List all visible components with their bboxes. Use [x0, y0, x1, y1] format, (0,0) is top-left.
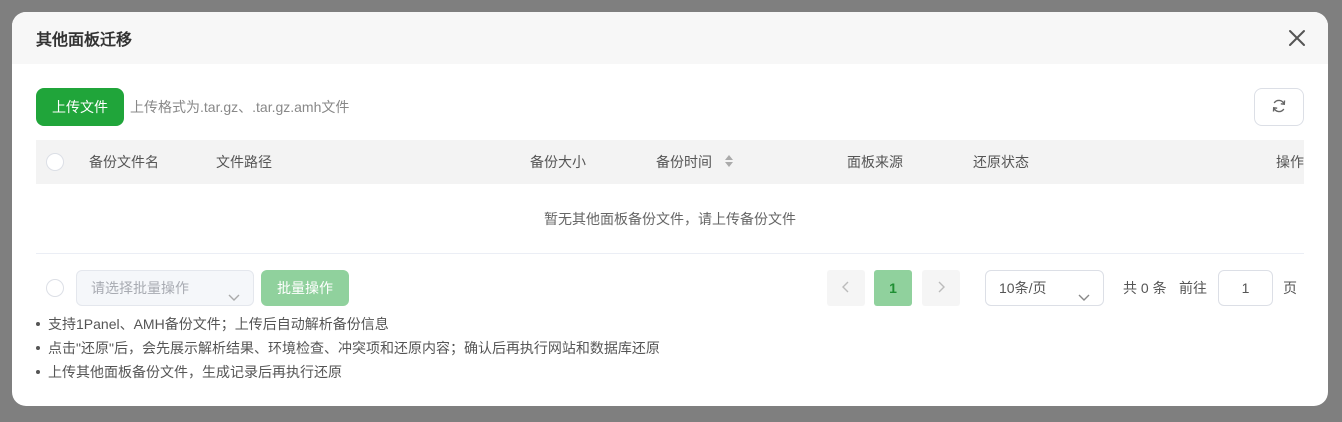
dialog-header: 其他面板迁移: [12, 12, 1328, 64]
migration-dialog: 其他面板迁移 上传文件 上传格式为.tar.gz、.tar.gz.amh文件 备…: [12, 12, 1328, 406]
chevron-right-icon: [936, 280, 946, 296]
column-header-path: 文件路径: [216, 154, 272, 170]
empty-text: 暂无其他面板备份文件，请上传备份文件: [544, 210, 796, 227]
column-header-time-label: 备份时间: [656, 154, 712, 170]
column-header-restore-status: 还原状态: [973, 154, 1029, 170]
note-item: 点击"还原"后，会先展示解析结果、环境检查、冲突项和还原内容；确认后再执行网站和…: [36, 336, 1304, 360]
note-item: 支持1Panel、AMH备份文件；上传后自动解析备份信息: [36, 312, 1304, 336]
chevron-down-icon: [1077, 282, 1091, 316]
chevron-down-icon: [227, 282, 241, 316]
dialog-title: 其他面板迁移: [36, 32, 133, 49]
page-number-current[interactable]: 1: [874, 270, 912, 306]
column-header-actions: 操作: [1276, 154, 1304, 170]
sort-icon[interactable]: [724, 141, 734, 185]
page-size-value: 10条/页: [999, 280, 1047, 296]
chevron-left-icon: [841, 280, 851, 296]
upload-hint: 上传格式为.tar.gz、.tar.gz.amh文件: [130, 99, 350, 115]
column-header-time[interactable]: 备份时间: [656, 140, 734, 184]
page-size-select[interactable]: 10条/页: [985, 270, 1104, 306]
column-header-source: 面板来源: [847, 154, 903, 170]
column-header-filename: 备份文件名: [89, 154, 159, 170]
table-footer: 请选择批量操作 批量操作 1 10条/页 共 0 条 前往 1 页: [36, 270, 1304, 306]
upload-file-button[interactable]: 上传文件: [36, 88, 124, 126]
backup-table: 备份文件名 文件路径 备份大小 备份时间 面板来源 还原状态 操作 暂无其他面板…: [36, 140, 1304, 254]
empty-state: 暂无其他面板备份文件，请上传备份文件: [36, 184, 1304, 254]
total-count: 共 0 条: [1123, 280, 1167, 296]
help-notes: 支持1Panel、AMH备份文件；上传后自动解析备份信息 点击"还原"后，会先展…: [36, 312, 1304, 384]
close-icon[interactable]: [1286, 27, 1308, 49]
goto-label: 前往: [1179, 280, 1207, 296]
refresh-icon: [1271, 98, 1287, 117]
select-all-checkbox[interactable]: [46, 153, 64, 171]
column-header-size: 备份大小: [530, 154, 586, 170]
batch-select-placeholder: 请选择批量操作: [91, 280, 189, 296]
next-page-button[interactable]: [922, 270, 960, 306]
note-item: 上传其他面板备份文件，生成记录后再执行还原: [36, 360, 1304, 384]
refresh-button[interactable]: [1254, 88, 1304, 126]
dialog-body: 上传文件 上传格式为.tar.gz、.tar.gz.amh文件 备份文件名 文件…: [12, 64, 1328, 384]
page-unit-label: 页: [1283, 280, 1297, 296]
footer-select-checkbox[interactable]: [46, 279, 64, 297]
batch-operation-button[interactable]: 批量操作: [261, 270, 349, 306]
table-header: 备份文件名 文件路径 备份大小 备份时间 面板来源 还原状态 操作: [36, 140, 1304, 184]
batch-operation-select[interactable]: 请选择批量操作: [76, 270, 254, 306]
prev-page-button[interactable]: [827, 270, 865, 306]
goto-page-input[interactable]: 1: [1218, 270, 1273, 306]
toolbar: 上传文件 上传格式为.tar.gz、.tar.gz.amh文件: [36, 88, 1304, 126]
